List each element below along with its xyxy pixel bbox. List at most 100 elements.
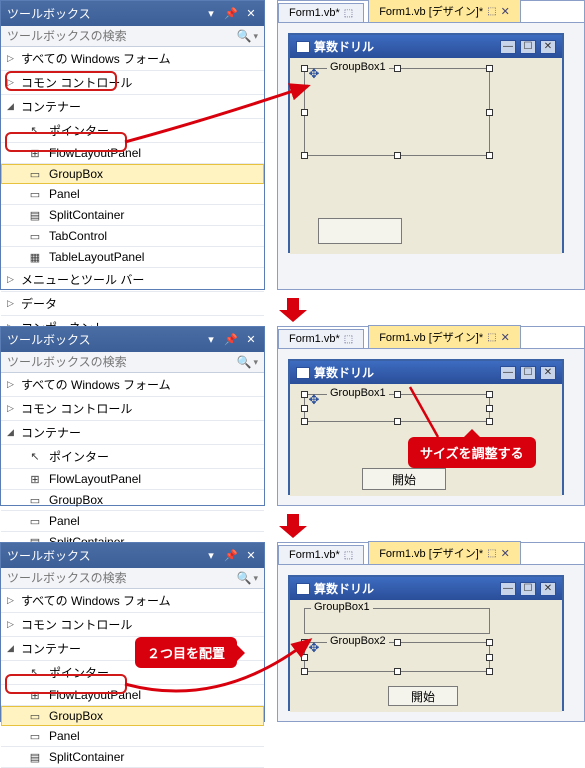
search-icon[interactable]: 🔍 — [237, 571, 252, 585]
toolbox-search[interactable]: 🔍▾ — [1, 352, 264, 373]
form-titlebar[interactable]: 算数ドリル — ☐ ✕ — [290, 577, 562, 600]
category-common-controls[interactable]: ▷コモン コントロール — [1, 71, 264, 95]
pin-icon[interactable]: ⬚ — [487, 6, 496, 17]
start-button[interactable]: 開始 — [388, 686, 458, 706]
tab-code[interactable]: Form1.vb*⬚ — [278, 545, 364, 564]
close-icon[interactable]: ✕ — [501, 5, 510, 18]
groupbox1[interactable]: ✥ GroupBox1 — [304, 68, 490, 156]
tablelayout-icon: ▦ — [27, 250, 43, 264]
item-groupbox[interactable]: ▭GroupBox — [1, 706, 264, 726]
search-input[interactable] — [7, 355, 233, 369]
tab-design[interactable]: Form1.vb [デザイン]*⬚✕ — [368, 0, 521, 22]
tab-code[interactable]: Form1.vb*⬚ — [278, 329, 364, 348]
designer-panel: Form1.vb*⬚ Form1.vb [デザイン]*⬚✕ 算数ドリル — ☐ … — [277, 0, 585, 290]
pointer-icon: ↖ — [27, 124, 43, 138]
item-pointer[interactable]: ↖ポインター — [1, 445, 264, 469]
panel-icon: ▭ — [27, 187, 43, 201]
item-panel[interactable]: ▭Panel — [1, 726, 264, 747]
window-position-icon[interactable]: ▾ — [204, 7, 218, 21]
maximize-icon[interactable]: ☐ — [520, 582, 536, 596]
start-button[interactable] — [318, 218, 402, 244]
tab-design[interactable]: Form1.vb [デザイン]*⬚✕ — [368, 325, 521, 348]
toolbox-panel: ツールボックス ▾📌✕ 🔍▾ ▷すべての Windows フォーム ▷コモン コ… — [0, 542, 265, 722]
form-titlebar[interactable]: 算数ドリル — ☐ ✕ — [290, 35, 562, 58]
close-icon[interactable]: ✕ — [244, 333, 258, 347]
form-window[interactable]: 算数ドリル — ☐ ✕ ✥ GroupBox1 — [288, 33, 564, 253]
pin-icon[interactable]: 📌 — [224, 333, 238, 347]
close-icon[interactable]: ✕ — [540, 582, 556, 596]
search-dropdown-icon[interactable]: ▾ — [253, 573, 258, 584]
tabcontrol-icon: ▭ — [27, 229, 43, 243]
search-dropdown-icon[interactable]: ▾ — [253, 357, 258, 368]
item-pointer[interactable]: ↖ポインター — [1, 119, 264, 143]
close-icon[interactable]: ✕ — [540, 40, 556, 54]
groupbox1-label: GroupBox1 — [327, 61, 389, 73]
form-titlebar[interactable]: 算数ドリル — ☐ ✕ — [290, 361, 562, 384]
category-common-controls[interactable]: ▷コモン コントロール — [1, 613, 264, 637]
category-all-windows-forms[interactable]: ▷すべての Windows フォーム — [1, 47, 264, 71]
toolbox-search[interactable]: 🔍 ▾ — [1, 26, 264, 47]
groupbox1[interactable]: GroupBox1 — [304, 608, 490, 634]
item-panel[interactable]: ▭Panel — [1, 511, 264, 532]
toolbox-titlebar: ツールボックス ▾ 📌 ✕ — [1, 1, 264, 26]
category-common-controls[interactable]: ▷コモン コントロール — [1, 397, 264, 421]
expand-icon: ▷ — [7, 77, 17, 88]
search-icon[interactable]: 🔍 — [237, 29, 252, 43]
search-dropdown-icon[interactable]: ▾ — [253, 31, 258, 42]
item-flowlayoutpanel[interactable]: ⊞FlowLayoutPanel — [1, 469, 264, 490]
pin-icon[interactable]: 📌 — [224, 7, 238, 21]
tab-code[interactable]: Form1.vb*⬚ — [278, 3, 364, 22]
category-containers[interactable]: ◢コンテナー — [1, 95, 264, 119]
app-icon — [296, 583, 310, 595]
category-data[interactable]: ▷データ — [1, 292, 264, 316]
start-button[interactable]: 開始 — [362, 468, 446, 490]
app-icon — [296, 367, 310, 379]
search-input[interactable] — [7, 29, 233, 43]
flowlayout-icon: ⊞ — [27, 146, 43, 160]
selection-handles[interactable] — [301, 65, 493, 159]
item-tabcontrol[interactable]: ▭TabControl — [1, 226, 264, 247]
toolbox-search[interactable]: 🔍▾ — [1, 568, 264, 589]
item-groupbox[interactable]: ▭GroupBox — [1, 164, 264, 184]
category-menus-toolbars[interactable]: ▷メニューとツール バー — [1, 268, 264, 292]
move-icon[interactable]: ✥ — [307, 67, 321, 81]
tab-design[interactable]: Form1.vb [デザイン]*⬚✕ — [368, 541, 521, 564]
item-splitcontainer[interactable]: ▤SplitContainer — [1, 205, 264, 226]
close-icon[interactable]: ✕ — [540, 366, 556, 380]
close-icon[interactable]: ✕ — [244, 549, 258, 563]
category-all-windows-forms[interactable]: ▷すべての Windows フォーム — [1, 373, 264, 397]
minimize-icon[interactable]: — — [500, 366, 516, 380]
toolbox-title-text: ツールボックス — [7, 5, 204, 22]
groupbox2[interactable]: ✥ GroupBox2 — [304, 642, 490, 672]
form-window[interactable]: 算数ドリル — ☐ ✕ ✥ GroupBox1 開 — [288, 359, 564, 495]
maximize-icon[interactable]: ☐ — [520, 40, 536, 54]
app-icon — [296, 41, 310, 53]
item-flowlayoutpanel[interactable]: ⊞FlowLayoutPanel — [1, 685, 264, 706]
search-icon[interactable]: 🔍 — [237, 355, 252, 369]
splitcontainer-icon: ▤ — [27, 208, 43, 222]
move-icon[interactable]: ✥ — [307, 641, 321, 655]
minimize-icon[interactable]: — — [500, 582, 516, 596]
move-icon[interactable]: ✥ — [307, 393, 321, 407]
item-splitcontainer[interactable]: ▤SplitContainer — [1, 747, 264, 768]
window-position-icon[interactable]: ▾ — [204, 333, 218, 347]
close-icon[interactable]: ✕ — [244, 7, 258, 21]
groupbox1[interactable]: ✥ GroupBox1 — [304, 394, 490, 422]
designer-panel: Form1.vb*⬚ Form1.vb [デザイン]*⬚✕ 算数ドリル — ☐ … — [277, 326, 585, 506]
item-flowlayoutpanel[interactable]: ⊞FlowLayoutPanel — [1, 143, 264, 164]
item-groupbox[interactable]: ▭GroupBox — [1, 490, 264, 511]
item-panel[interactable]: ▭Panel — [1, 184, 264, 205]
item-tablelayoutpanel[interactable]: ▦TableLayoutPanel — [1, 247, 264, 268]
form-window[interactable]: 算数ドリル — ☐ ✕ GroupBox1 ✥ GroupBox2 — [288, 575, 564, 711]
callout-resize: サイズを調整する — [408, 437, 536, 468]
expand-icon: ▷ — [7, 53, 17, 64]
search-input[interactable] — [7, 571, 233, 585]
pin-icon[interactable]: 📌 — [224, 549, 238, 563]
category-all-windows-forms[interactable]: ▷すべての Windows フォーム — [1, 589, 264, 613]
window-position-icon[interactable]: ▾ — [204, 549, 218, 563]
form-title-text: 算数ドリル — [314, 38, 496, 55]
category-containers[interactable]: ◢コンテナー — [1, 421, 264, 445]
maximize-icon[interactable]: ☐ — [520, 366, 536, 380]
minimize-icon[interactable]: — — [500, 40, 516, 54]
pin-icon[interactable]: ⬚ — [344, 8, 353, 19]
